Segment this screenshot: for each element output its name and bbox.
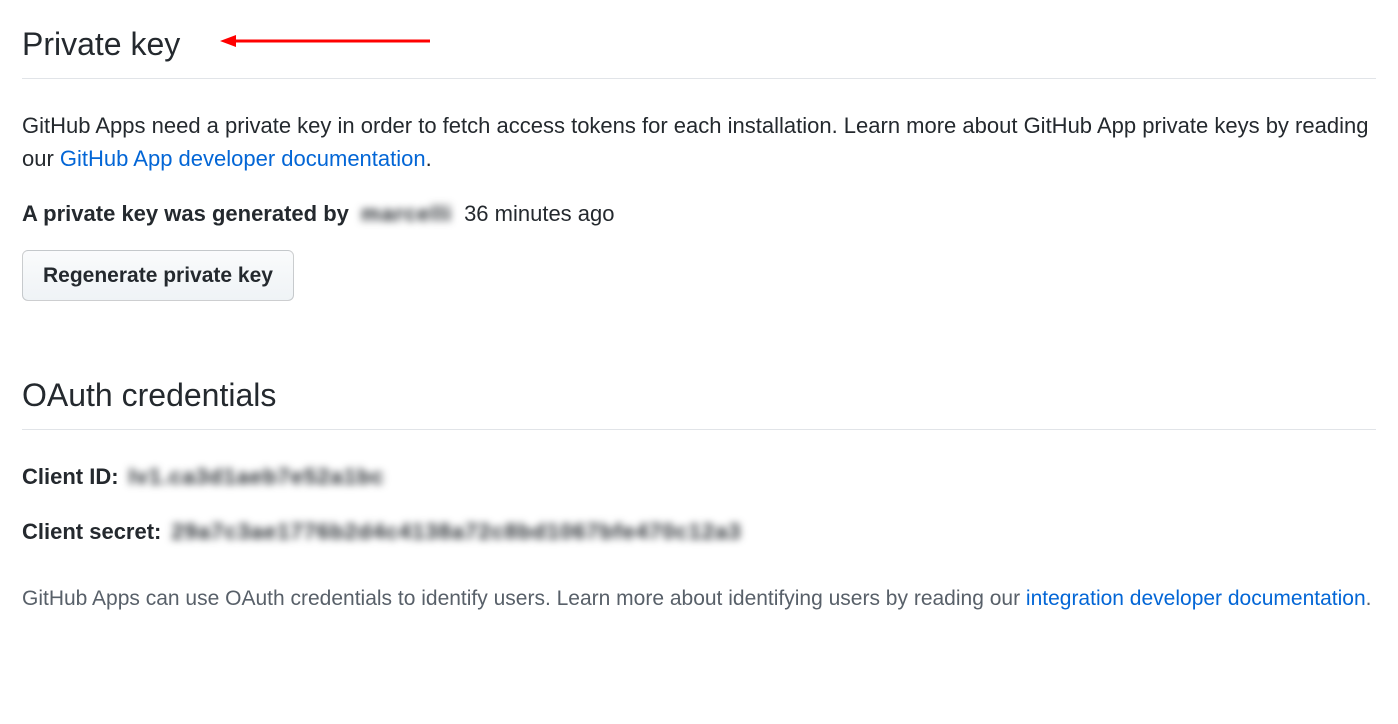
generated-time: 36 minutes ago (464, 197, 614, 230)
client-secret-label: Client secret: (22, 515, 161, 548)
client-secret-row: Client secret: 29a7c3ae1776b2d4c4138a72c… (22, 515, 1376, 548)
private-key-description-after: . (426, 146, 432, 171)
oauth-description-text: GitHub Apps can use OAuth credentials to… (22, 587, 1026, 610)
private-key-heading-row: Private key (22, 20, 1376, 79)
generated-prefix: A private key was generated by (22, 197, 349, 230)
private-key-heading: Private key (22, 20, 180, 68)
integration-docs-link[interactable]: integration developer documentation (1026, 587, 1366, 610)
client-id-row: Client ID: Iv1.ca3d1aeb7e52a1bc (22, 460, 1376, 493)
oauth-description: GitHub Apps can use OAuth credentials to… (22, 583, 1376, 615)
private-key-section: Private key GitHub Apps need a private k… (22, 20, 1376, 301)
oauth-heading-row: OAuth credentials (22, 371, 1376, 430)
oauth-credentials-section: OAuth credentials Client ID: Iv1.ca3d1ae… (22, 371, 1376, 615)
generated-user-blurred: marcelli (361, 197, 452, 230)
github-app-docs-link[interactable]: GitHub App developer documentation (60, 146, 426, 171)
client-id-value-blurred: Iv1.ca3d1aeb7e52a1bc (129, 460, 385, 493)
private-key-description: GitHub Apps need a private key in order … (22, 109, 1376, 175)
arrow-left-icon (220, 32, 430, 56)
oauth-description-after: . (1366, 587, 1372, 610)
client-id-label: Client ID: (22, 460, 119, 493)
regenerate-private-key-button[interactable]: Regenerate private key (22, 250, 294, 301)
oauth-heading: OAuth credentials (22, 371, 276, 419)
private-key-generated-line: A private key was generated by marcelli … (22, 197, 1376, 230)
client-secret-value-blurred: 29a7c3ae1776b2d4c4138a72c8bd1067bfe470c1… (171, 515, 741, 548)
